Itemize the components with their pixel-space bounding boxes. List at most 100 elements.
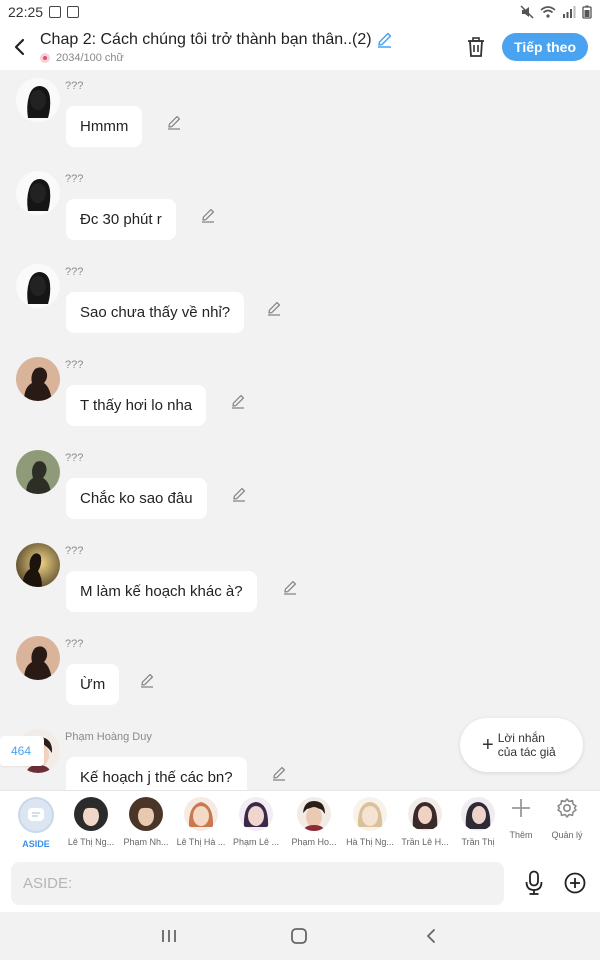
next-button[interactable]: Tiếp theo bbox=[502, 33, 588, 61]
character-label: Phạm Ho... bbox=[291, 837, 337, 847]
message-bubble[interactable]: Kế hoạch j thế các bn? bbox=[66, 757, 247, 790]
wifi-icon bbox=[540, 6, 556, 18]
avatar[interactable] bbox=[16, 543, 60, 587]
avatar[interactable] bbox=[16, 450, 60, 494]
sender-name: Phạm Hoàng Duy bbox=[65, 731, 152, 743]
chat-area[interactable]: ??? Hmmm ??? Đc 30 phút r ??? Sao chưa t… bbox=[0, 70, 600, 790]
message-bubble[interactable]: Hmmm bbox=[66, 106, 143, 147]
system-navigation-bar bbox=[0, 912, 600, 960]
character-bar: ASIDE Lê Thị Ng... Phạm Nh... Lê Thị Hà … bbox=[0, 790, 600, 854]
status-time: 22:25 bbox=[8, 4, 44, 20]
avatar[interactable] bbox=[16, 171, 60, 215]
chat-message: ??? Chắc ko sao đâu bbox=[0, 442, 600, 535]
chat-message: ??? M làm kế hoạch khác à? bbox=[0, 535, 600, 628]
character-item[interactable]: Trần Lê H... bbox=[397, 797, 453, 847]
character-label: Trần Lê H... bbox=[401, 837, 449, 847]
sender-name: ??? bbox=[65, 452, 84, 464]
author-note-button[interactable]: + Lời nhắn của tác giả bbox=[460, 718, 583, 772]
sender-name: ??? bbox=[65, 359, 84, 371]
edit-message-icon[interactable] bbox=[266, 300, 282, 316]
edit-message-icon[interactable] bbox=[139, 672, 155, 688]
sender-name: ??? bbox=[65, 545, 84, 557]
character-avatar bbox=[184, 797, 218, 831]
character-label: Hà Thị Ng... bbox=[346, 837, 394, 847]
avatar[interactable] bbox=[16, 636, 60, 680]
edit-message-icon[interactable] bbox=[271, 765, 287, 781]
app-notification-icon bbox=[67, 6, 80, 18]
character-avatar bbox=[461, 797, 495, 831]
voice-input-button[interactable] bbox=[520, 868, 548, 898]
recent-apps-icon bbox=[162, 930, 176, 942]
message-bubble[interactable]: T thấy hơi lo nha bbox=[66, 385, 207, 426]
character-avatar bbox=[129, 797, 163, 831]
edit-message-icon[interactable] bbox=[282, 579, 298, 595]
edit-title-icon[interactable] bbox=[376, 31, 393, 48]
chapter-title[interactable]: Chap 2: Cách chúng tôi trở thành bạn thâ… bbox=[40, 31, 372, 49]
character-item[interactable]: Phạm Lê ... bbox=[228, 797, 284, 847]
edit-message-icon[interactable] bbox=[231, 486, 247, 502]
gallery-notification-icon bbox=[49, 6, 62, 18]
sender-name: ??? bbox=[65, 638, 84, 650]
sender-name: ??? bbox=[65, 173, 84, 185]
chat-message: ??? Sao chưa thấy về nhỉ? bbox=[0, 256, 600, 349]
status-bar: 22:25 bbox=[0, 0, 600, 24]
character-avatar bbox=[353, 797, 387, 831]
aside-avatar bbox=[18, 797, 54, 833]
plus-icon bbox=[512, 799, 530, 817]
add-attachment-button[interactable] bbox=[561, 869, 589, 897]
plus-circle-icon bbox=[564, 872, 586, 894]
trash-icon bbox=[468, 37, 485, 57]
message-bubble[interactable]: M làm kế hoạch khác à? bbox=[66, 571, 257, 612]
character-item[interactable]: Lê Thị Ng... bbox=[63, 797, 119, 847]
word-count-icon bbox=[40, 52, 50, 63]
character-item[interactable]: Hà Thị Ng... bbox=[342, 797, 398, 847]
character-item[interactable]: Phạm Ho... bbox=[286, 797, 342, 847]
character-label: Lê Thị Hà ... bbox=[176, 837, 226, 847]
word-count: 2034/100 chữ bbox=[56, 51, 124, 64]
character-avatar bbox=[297, 797, 331, 831]
character-item[interactable]: Phạm Nh... bbox=[118, 797, 174, 847]
character-avatar bbox=[408, 797, 442, 831]
message-bubble[interactable]: Đc 30 phút r bbox=[66, 199, 176, 240]
add-character-button[interactable]: Thêm bbox=[499, 797, 543, 840]
character-avatar bbox=[239, 797, 273, 831]
chat-message: ??? Hmmm bbox=[0, 70, 600, 163]
home-button[interactable] bbox=[279, 924, 319, 948]
character-item[interactable]: Lê Thị Hà ... bbox=[173, 797, 229, 847]
back-button[interactable] bbox=[0, 24, 40, 70]
chevron-left-icon bbox=[14, 38, 25, 56]
character-label: Phạm Lê ... bbox=[232, 837, 280, 847]
message-bubble[interactable]: Sao chưa thấy về nhỉ? bbox=[66, 292, 245, 333]
edit-message-icon[interactable] bbox=[166, 114, 182, 130]
add-character-label: Thêm bbox=[509, 830, 533, 840]
manage-characters-label: Quản lý bbox=[551, 830, 583, 840]
avatar[interactable] bbox=[16, 357, 60, 401]
avatar[interactable] bbox=[16, 264, 60, 308]
character-avatar bbox=[74, 797, 108, 831]
microphone-icon bbox=[525, 870, 543, 895]
chat-message: ??? T thấy hơi lo nha bbox=[0, 349, 600, 442]
edit-message-icon[interactable] bbox=[230, 393, 246, 409]
compose-bar bbox=[0, 854, 600, 912]
back-arrow-icon bbox=[427, 929, 435, 943]
signal-icon bbox=[563, 6, 576, 18]
chapter-header: Chap 2: Cách chúng tôi trở thành bạn thâ… bbox=[0, 24, 600, 70]
sender-name: ??? bbox=[65, 266, 84, 278]
author-note-label-line2: của tác giả bbox=[497, 745, 556, 759]
avatar[interactable] bbox=[16, 78, 60, 122]
message-bubble[interactable]: Chắc ko sao đâu bbox=[66, 478, 207, 519]
chapter-title-block: Chap 2: Cách chúng tôi trở thành bạn thâ… bbox=[40, 31, 456, 64]
sender-name: ??? bbox=[65, 80, 84, 92]
character-label: Lê Thị Ng... bbox=[67, 837, 115, 847]
edit-message-icon[interactable] bbox=[200, 207, 216, 223]
message-bubble[interactable]: Ừm bbox=[66, 664, 120, 705]
gear-icon bbox=[557, 798, 577, 818]
character-aside[interactable]: ASIDE bbox=[8, 797, 64, 849]
author-note-label-line1: Lời nhắn bbox=[497, 731, 545, 745]
message-input[interactable] bbox=[11, 862, 504, 905]
character-item[interactable]: Trần Thị bbox=[450, 797, 506, 847]
manage-characters-button[interactable]: Quản lý bbox=[545, 797, 589, 840]
recent-apps-button[interactable] bbox=[149, 924, 189, 948]
system-back-button[interactable] bbox=[411, 924, 451, 948]
delete-button[interactable] bbox=[456, 27, 496, 67]
